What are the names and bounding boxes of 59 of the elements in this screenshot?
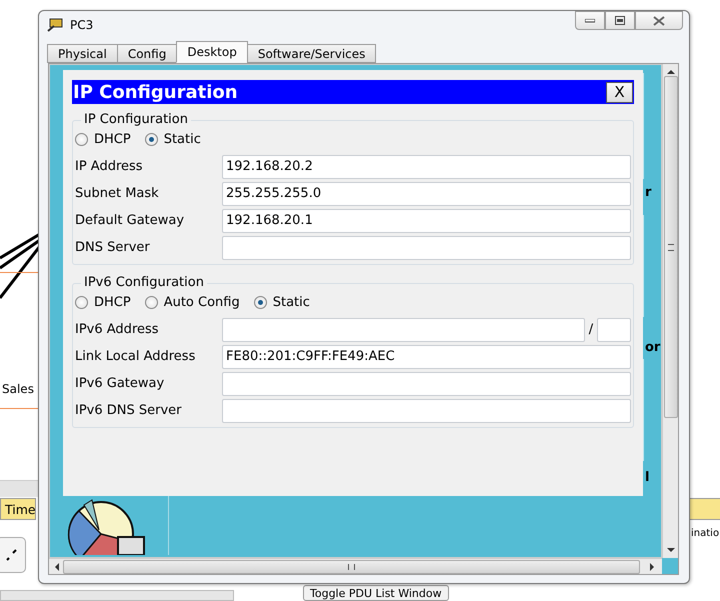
radio-button[interactable] <box>144 296 158 308</box>
radio-button[interactable] <box>144 132 158 146</box>
field-label: IPv6 DNS Server <box>75 403 183 418</box>
input-field[interactable] <box>222 372 631 396</box>
column-header: inatio <box>691 528 720 539</box>
input-field[interactable]: FE80::201:C9FF:FE49:AEC <box>222 344 631 368</box>
close-button[interactable]: X <box>606 82 633 102</box>
radio-label: DHCP <box>94 132 131 146</box>
radio-button[interactable] <box>254 296 267 308</box>
pc-icon <box>46 17 64 33</box>
field-label: Link Local Address <box>75 349 196 364</box>
dialog-title: IP Configuration <box>73 82 238 102</box>
field-label: Default Gateway <box>75 213 186 228</box>
radio-label: Static <box>164 132 201 146</box>
group-legend: IPv6 Configuration <box>81 275 207 290</box>
minimize-icon <box>585 18 595 22</box>
field-label: Subnet Mask <box>75 186 160 201</box>
field-label: IP Address <box>75 159 144 174</box>
toolbar-background <box>688 498 720 520</box>
input-field[interactable] <box>222 398 631 422</box>
tab[interactable]: Software/Services <box>246 44 376 63</box>
prefix-field[interactable] <box>597 318 631 342</box>
app-label: r <box>645 185 652 200</box>
toolbar-background <box>0 480 40 497</box>
tab[interactable]: Physical <box>47 44 118 63</box>
tool-button[interactable] <box>0 537 26 573</box>
field-label: DNS Server <box>75 240 151 255</box>
radio-label: Auto Config <box>164 294 240 310</box>
radio-button[interactable] <box>75 132 88 146</box>
close-button[interactable] <box>635 11 683 30</box>
maximize-button[interactable] <box>605 11 635 30</box>
tab[interactable]: Desktop <box>176 41 248 63</box>
radio-button[interactable] <box>75 296 88 308</box>
toggle-pdu-button[interactable]: Toggle PDU List Window <box>303 585 449 601</box>
app-label: l <box>645 470 650 485</box>
scrollbar[interactable] <box>0 590 234 601</box>
scrollbar-corner <box>662 558 678 574</box>
separator-label: / <box>588 322 594 337</box>
time-tab[interactable]: Time <box>0 498 36 520</box>
minimize-button[interactable] <box>575 11 605 30</box>
input-field[interactable] <box>222 236 631 260</box>
app-label: or <box>645 340 660 355</box>
close-icon <box>653 16 665 26</box>
vertical-scrollbar[interactable] <box>662 64 678 558</box>
input-field[interactable]: 192.168.20.2 <box>222 154 631 178</box>
dots-icon <box>4 548 18 562</box>
radio-label: Static <box>272 294 310 310</box>
horizontal-scrollbar[interactable] <box>49 558 662 574</box>
window-title: PC3 <box>70 18 94 32</box>
group-legend: IP Configuration <box>81 112 191 127</box>
input-field[interactable]: 255.255.255.0 <box>222 182 631 206</box>
input-field[interactable] <box>222 318 585 342</box>
field-label: IPv6 Address <box>75 322 160 337</box>
radio-label: DHCP <box>94 294 131 310</box>
input-field[interactable]: 192.168.20.1 <box>222 208 631 232</box>
field-label: IPv6 Gateway <box>75 376 166 391</box>
restore-icon <box>615 16 625 25</box>
device-label: Sales <box>2 382 34 396</box>
tab[interactable]: Config <box>116 44 178 63</box>
